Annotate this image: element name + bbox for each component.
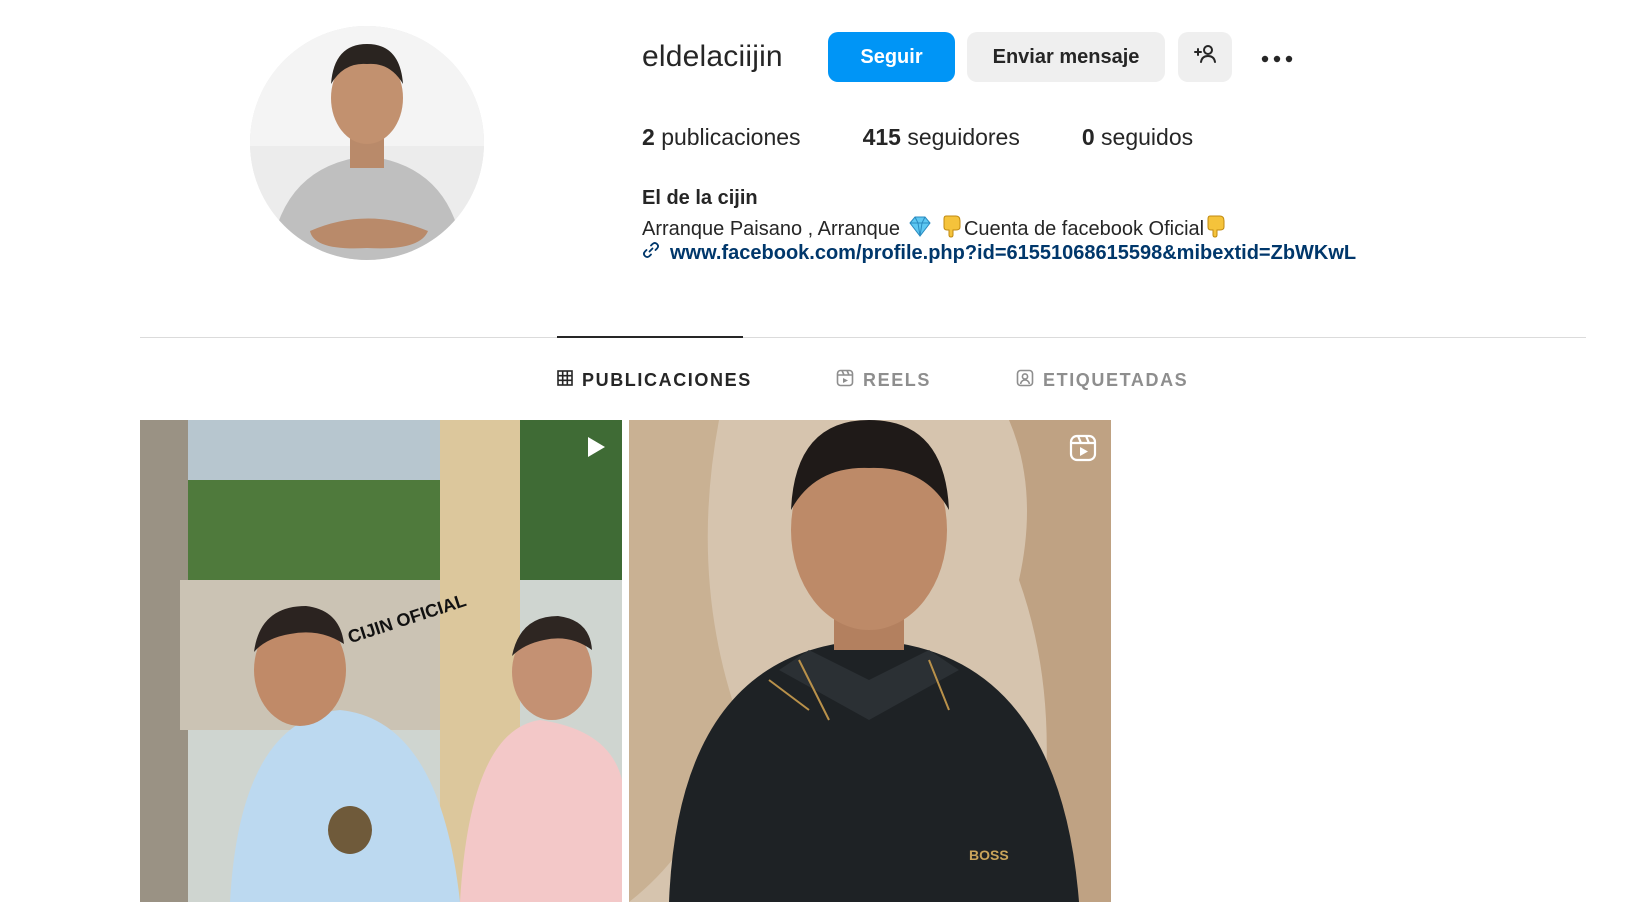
followers-count-label: seguidores xyxy=(907,124,1020,150)
tab-etiquetadas[interactable]: ETIQUETADAS xyxy=(1016,368,1188,392)
post-thumbnail[interactable]: CIJIN OFICIAL xyxy=(140,420,622,902)
post-image: BOSS xyxy=(629,420,1111,902)
pointing-down-icon xyxy=(1206,214,1226,244)
profile-avatar[interactable] xyxy=(250,26,484,260)
suggest-people-button[interactable] xyxy=(1178,32,1232,82)
profile-full-name: El de la cijin xyxy=(642,187,758,209)
video-play-icon xyxy=(582,434,608,460)
profile-link: www.facebook.com/profile.php?id=61551068… xyxy=(642,241,1356,265)
more-options-icon xyxy=(1261,46,1293,69)
more-options-button[interactable] xyxy=(1252,32,1302,82)
following-count-value: 0 xyxy=(1081,124,1095,150)
posts-count: 2 publicaciones xyxy=(642,124,801,151)
tab-label: REELS xyxy=(863,369,932,390)
link-icon xyxy=(642,241,660,265)
tab-label: PUBLICACIONES xyxy=(582,369,752,390)
add-person-icon xyxy=(1193,42,1217,72)
post-thumbnail[interactable]: BOSS xyxy=(629,420,1111,902)
grid-icon xyxy=(557,369,573,391)
posts-count-value: 2 xyxy=(642,124,655,150)
profile-page: eldelaciijin Seguir Enviar mensaje 2 pub… xyxy=(0,0,1640,924)
profile-bio: Arranque Paisano , Arranque Cuenta de fa… xyxy=(642,214,1228,244)
followers-count-value: 415 xyxy=(862,124,901,150)
tab-label: ETIQUETADAS xyxy=(1043,369,1189,390)
facebook-link[interactable]: www.facebook.com/profile.php?id=61551068… xyxy=(670,242,1356,265)
posts-count-label: publicaciones xyxy=(661,124,801,150)
post-image: CIJIN OFICIAL xyxy=(140,420,622,902)
bio-text-1: Arranque Paisano , Arranque xyxy=(642,217,900,240)
post-overlay-text: BOSS xyxy=(969,847,1009,863)
send-message-button[interactable]: Enviar mensaje xyxy=(967,32,1165,82)
active-tab-indicator xyxy=(557,336,743,338)
followers-count[interactable]: 415 seguidores xyxy=(863,124,1020,151)
tab-publicaciones[interactable]: PUBLICACIONES xyxy=(557,368,752,392)
pointing-down-icon xyxy=(942,214,962,244)
tagged-icon xyxy=(1016,369,1034,392)
reel-icon xyxy=(1069,434,1097,462)
tabs-divider xyxy=(140,337,1586,338)
reels-icon xyxy=(836,369,854,392)
profile-username: eldelaciijin xyxy=(642,40,783,73)
following-count-label: seguidos xyxy=(1101,124,1194,150)
bio-text-2: Cuenta de facebook Oficial xyxy=(963,217,1205,240)
following-count[interactable]: 0 seguidos xyxy=(1082,124,1193,151)
follow-button[interactable]: Seguir xyxy=(828,32,955,82)
profile-stats: 2 publicaciones 415 seguidores 0 seguido… xyxy=(642,124,1193,151)
tab-reels[interactable]: REELS xyxy=(836,368,931,392)
gem-icon xyxy=(908,215,932,243)
